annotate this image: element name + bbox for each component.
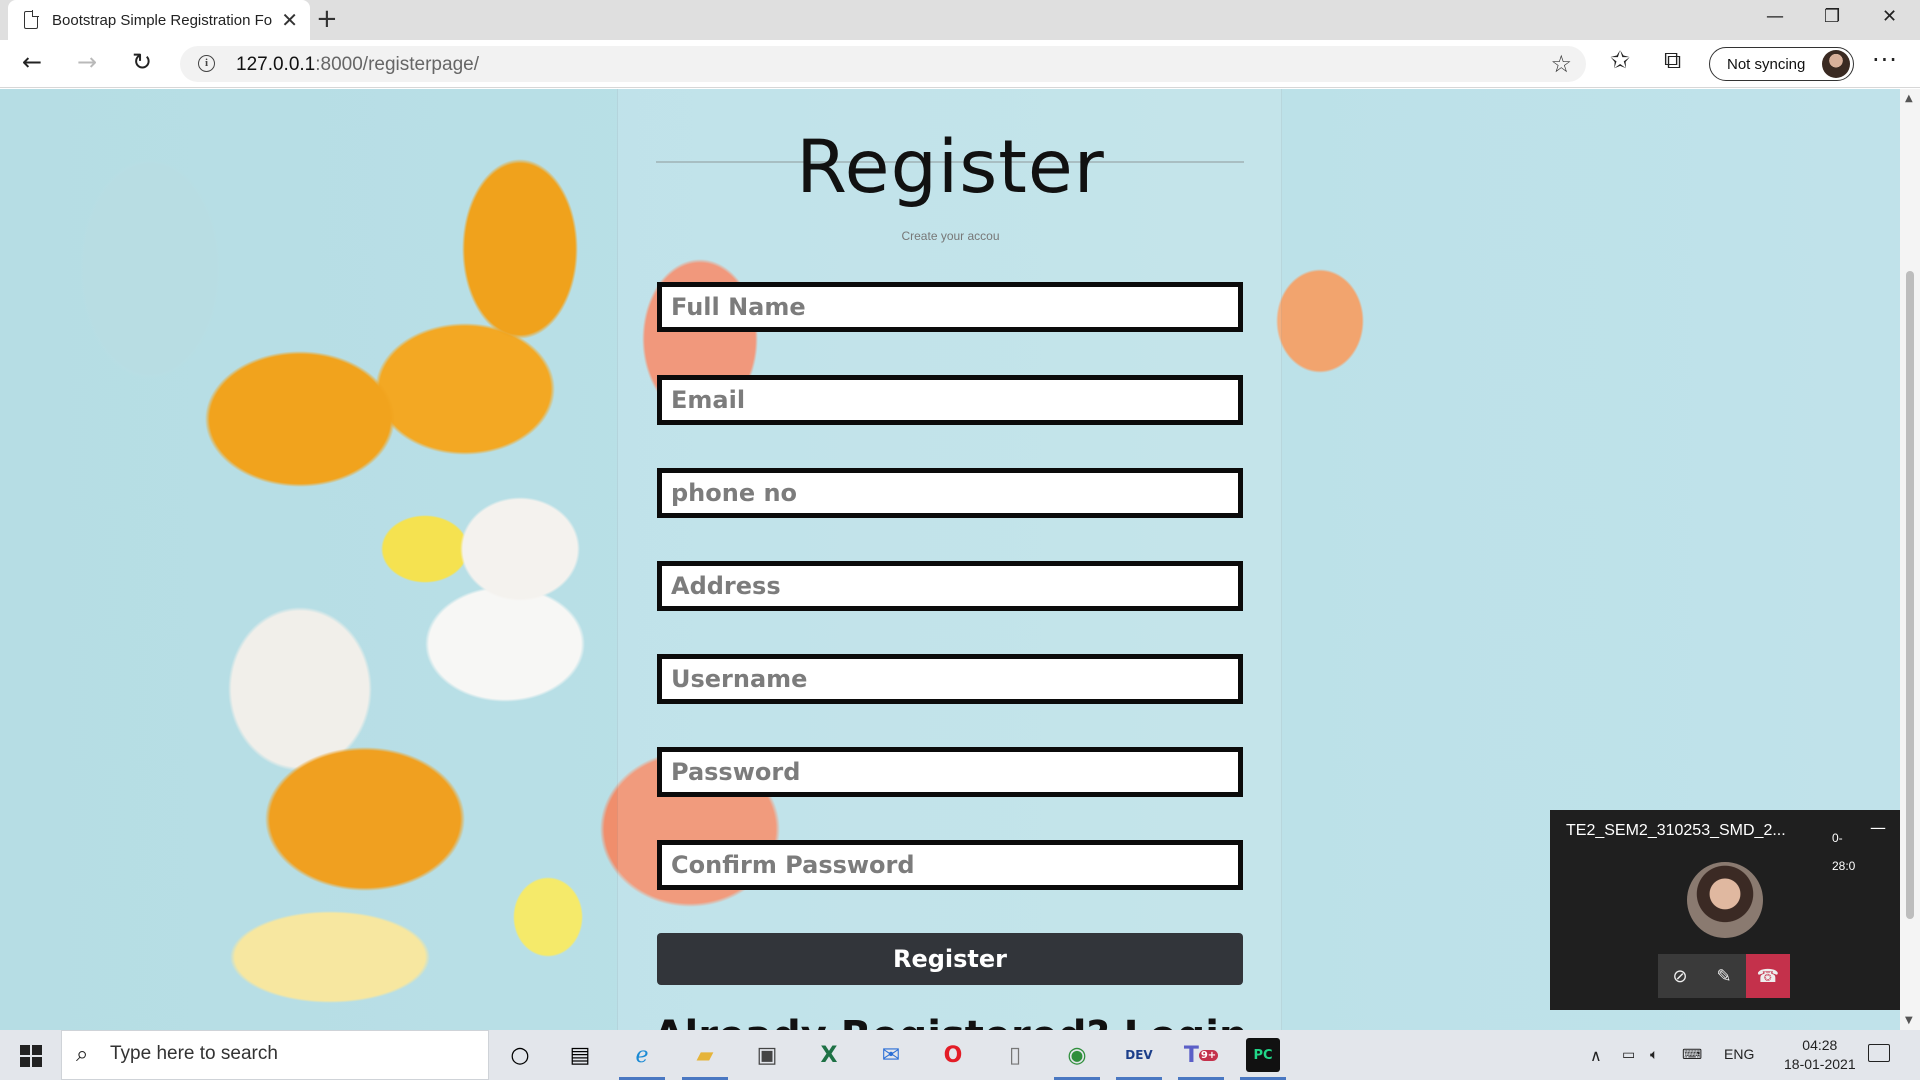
email-input[interactable] xyxy=(657,375,1243,425)
cortana-icon[interactable]: ○ xyxy=(503,1038,537,1072)
participant-avatar xyxy=(1687,862,1763,938)
close-window-icon[interactable]: ✕ xyxy=(1882,6,1897,27)
collections-icon[interactable]: ⧉ xyxy=(1664,48,1681,72)
site-info-icon[interactable]: i xyxy=(198,55,215,72)
tab-close-icon[interactable]: ✕ xyxy=(281,10,298,30)
forward-icon[interactable]: → xyxy=(77,50,97,74)
browser-tab-strip: Bootstrap Simple Registration Fo ✕ + — ❐… xyxy=(0,0,1920,40)
already-registered-text[interactable]: Already Registered? Login xyxy=(618,1013,1283,1030)
device-icon[interactable]: ▭ xyxy=(1622,1046,1635,1063)
url-text[interactable]: 127.0.0.1:8000/registerpage/ xyxy=(236,54,479,76)
scroll-down-icon[interactable]: ▼ xyxy=(1905,1015,1913,1026)
more-menu-icon[interactable]: ··· xyxy=(1872,46,1898,74)
chrome-icon[interactable]: ◉ xyxy=(1054,1038,1100,1080)
search-icon: ⌕ xyxy=(76,1042,89,1067)
opera-icon[interactable]: O xyxy=(936,1038,970,1072)
store-icon[interactable]: ▣ xyxy=(750,1038,784,1072)
minimize-icon[interactable]: — xyxy=(1766,6,1784,27)
task-view-icon[interactable]: ▤ xyxy=(563,1038,597,1072)
teams-badge: 9+ xyxy=(1198,1049,1219,1061)
register-button[interactable]: Register xyxy=(657,933,1243,985)
system-clock[interactable]: 04:28 18-01-2021 xyxy=(1784,1036,1856,1074)
confirm-password-input[interactable] xyxy=(657,840,1243,890)
page-title: Register xyxy=(796,125,1105,210)
notification-icon[interactable] xyxy=(1868,1044,1890,1062)
teams-icon[interactable]: T 9+ xyxy=(1178,1038,1224,1080)
show-hidden-icons-icon[interactable]: ∧ xyxy=(1590,1046,1602,1066)
keyboard-icon[interactable]: ⌨ xyxy=(1682,1046,1702,1063)
meeting-title: TE2_SEM2_310253_SMD_2... xyxy=(1566,822,1786,839)
sync-button[interactable]: Not syncing xyxy=(1709,47,1854,81)
password-input[interactable] xyxy=(657,747,1243,797)
address-bar[interactable]: i 127.0.0.1:8000/registerpage/ ☆ xyxy=(180,46,1586,82)
registration-panel: Register Create your accou Register Alre… xyxy=(617,89,1282,1030)
scroll-thumb[interactable] xyxy=(1906,271,1914,919)
scroll-up-icon[interactable]: ▲ xyxy=(1905,93,1913,104)
camera-off-icon[interactable]: ⊘ xyxy=(1658,954,1702,998)
back-icon[interactable]: ← xyxy=(22,50,42,74)
volume-icon[interactable]: 🔈︎ xyxy=(1650,1046,1658,1063)
taskbar-search-input[interactable] xyxy=(110,1043,470,1065)
sync-label: Not syncing xyxy=(1727,55,1806,73)
tab-title: Bootstrap Simple Registration Fo xyxy=(52,11,273,29)
clock-time: 04:28 xyxy=(1802,1037,1838,1053)
excel-icon[interactable]: X xyxy=(812,1038,846,1072)
page-subtitle: Create your accou xyxy=(901,229,1000,243)
username-input[interactable] xyxy=(657,654,1243,704)
call-timer: 0- 28:0 xyxy=(1832,831,1856,873)
mail-icon[interactable]: ✉ xyxy=(874,1038,908,1072)
windows-taskbar: ⌕ ○ ▤ ℯ ▰ ▣ X ✉ O ▯ ◉ DEV T9+ PC ∧ ▭ 🔈︎ … xyxy=(0,1030,1920,1080)
profile-avatar xyxy=(1822,50,1850,78)
favorite-star-icon[interactable]: ☆ xyxy=(1550,50,1572,78)
refresh-icon[interactable]: ↻ xyxy=(132,50,152,74)
full-name-input[interactable] xyxy=(657,282,1243,332)
file-explorer-icon[interactable]: ▰ xyxy=(682,1038,728,1080)
hang-up-icon[interactable]: ☎ xyxy=(1746,954,1790,998)
clock-date: 18-01-2021 xyxy=(1784,1056,1856,1072)
mic-off-icon[interactable]: ✎ xyxy=(1702,954,1746,998)
page-scrollbar[interactable]: ▲ ▼ xyxy=(1900,89,1920,1030)
page-icon xyxy=(24,10,39,29)
browser-toolbar: ← → ↻ i 127.0.0.1:8000/registerpage/ ☆ ✩… xyxy=(0,40,1920,88)
teams-call-window[interactable]: TE2_SEM2_310253_SMD_2... 0- 28:0 — ⊘ ✎ ☎ xyxy=(1550,810,1900,1010)
call-controls: ⊘ ✎ ☎ xyxy=(1658,954,1792,998)
taskbar-search[interactable]: ⌕ xyxy=(61,1030,489,1080)
language-indicator[interactable]: ENG xyxy=(1724,1046,1754,1062)
pycharm-icon[interactable]: PC xyxy=(1240,1038,1286,1080)
windows-start-icon[interactable] xyxy=(20,1045,42,1067)
address-input[interactable] xyxy=(657,561,1243,611)
minimize-call-icon[interactable]: — xyxy=(1870,818,1886,837)
edge-icon[interactable]: ℯ xyxy=(619,1038,665,1080)
restore-icon[interactable]: ❐ xyxy=(1824,6,1840,27)
notepad-icon[interactable]: ▯ xyxy=(998,1038,1032,1072)
browser-tab[interactable]: Bootstrap Simple Registration Fo ✕ xyxy=(8,0,310,40)
new-tab-icon[interactable]: + xyxy=(316,6,338,32)
phone-input[interactable] xyxy=(657,468,1243,518)
favorites-icon[interactable]: ✩ xyxy=(1610,48,1630,72)
dev-c-icon[interactable]: DEV xyxy=(1116,1038,1162,1080)
